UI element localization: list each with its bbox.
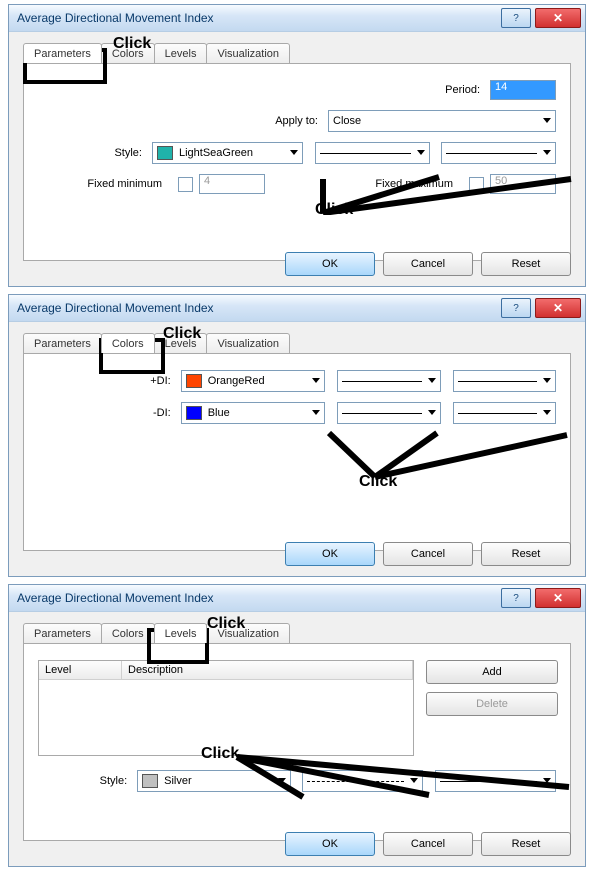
fixed-min-label: Fixed minimum [38, 178, 172, 190]
style-width-dropdown[interactable] [435, 770, 556, 792]
close-button[interactable]: ✕ [535, 8, 581, 28]
period-input[interactable]: 14 [490, 80, 556, 100]
style-width-dropdown[interactable] [441, 142, 556, 164]
annotation-text: Click [359, 473, 397, 491]
cancel-button[interactable]: Cancel [383, 542, 473, 566]
color-chip [186, 374, 202, 388]
add-button[interactable]: Add [426, 660, 558, 684]
titlebar: Average Directional Movement Index ? ✕ [9, 585, 585, 612]
tab-parameters[interactable]: Parameters [23, 43, 102, 63]
dialog-title: Average Directional Movement Index [17, 11, 497, 25]
di-plus-line-dropdown[interactable] [337, 370, 440, 392]
annotation-text: Click [207, 615, 245, 633]
fixed-max-checkbox[interactable] [469, 177, 484, 192]
tab-levels[interactable]: Levels [154, 43, 208, 63]
levels-listbox[interactable]: Level Description [38, 660, 414, 756]
fixed-max-input[interactable]: 50 [490, 174, 556, 194]
di-minus-line-dropdown[interactable] [337, 402, 440, 424]
style-line-dropdown[interactable] [302, 770, 423, 792]
tab-parameters[interactable]: Parameters [23, 623, 102, 643]
titlebar: Average Directional Movement Index ? ✕ [9, 295, 585, 322]
style-color-dropdown[interactable]: LightSeaGreen [152, 142, 303, 164]
col-level: Level [39, 661, 122, 679]
tab-parameters[interactable]: Parameters [23, 333, 102, 353]
style-color-dropdown[interactable]: Silver [137, 770, 291, 792]
help-button[interactable]: ? [501, 588, 531, 608]
reset-button[interactable]: Reset [481, 542, 571, 566]
tab-visualization[interactable]: Visualization [206, 333, 290, 353]
reset-button[interactable]: Reset [481, 832, 571, 856]
di-plus-width-dropdown[interactable] [453, 370, 556, 392]
applyto-dropdown[interactable]: Close [328, 110, 556, 132]
ok-button[interactable]: OK [285, 542, 375, 566]
dialog-title: Average Directional Movement Index [17, 301, 497, 315]
cancel-button[interactable]: Cancel [383, 832, 473, 856]
di-minus-color-dropdown[interactable]: Blue [181, 402, 326, 424]
annotation-text: Click [315, 201, 353, 219]
tab-colors[interactable]: Colors [101, 623, 155, 643]
dialog-title: Average Directional Movement Index [17, 591, 497, 605]
style-label: Style: [38, 775, 137, 787]
fixed-min-input[interactable]: 4 [199, 174, 265, 194]
di-plus-color-dropdown[interactable]: OrangeRed [181, 370, 326, 392]
ok-button[interactable]: OK [285, 832, 375, 856]
color-chip [157, 146, 173, 160]
color-chip [186, 406, 202, 420]
annotation-text: Click [113, 35, 151, 53]
style-label: Style: [38, 147, 152, 159]
delete-button[interactable]: Delete [426, 692, 558, 716]
cancel-button[interactable]: Cancel [383, 252, 473, 276]
tab-colors[interactable]: Colors [101, 333, 155, 353]
help-button[interactable]: ? [501, 298, 531, 318]
col-description: Description [122, 661, 413, 679]
reset-button[interactable]: Reset [481, 252, 571, 276]
ok-button[interactable]: OK [285, 252, 375, 276]
titlebar: Average Directional Movement Index ? ✕ [9, 5, 585, 32]
close-button[interactable]: ✕ [535, 588, 581, 608]
di-minus-width-dropdown[interactable] [453, 402, 556, 424]
period-label: Period: [445, 84, 490, 96]
fixed-min-checkbox[interactable] [178, 177, 193, 192]
annotation-text: Click [201, 745, 239, 763]
tab-visualization[interactable]: Visualization [206, 43, 290, 63]
applyto-label: Apply to: [38, 115, 328, 127]
color-chip [142, 774, 158, 788]
di-plus-label: +DI: [38, 375, 181, 387]
fixed-max-label: Fixed maximum [375, 178, 463, 190]
annotation-text: Click [163, 325, 201, 343]
di-minus-label: -DI: [38, 407, 181, 419]
style-line-dropdown[interactable] [315, 142, 430, 164]
tab-levels[interactable]: Levels [154, 623, 208, 643]
close-button[interactable]: ✕ [535, 298, 581, 318]
help-button[interactable]: ? [501, 8, 531, 28]
